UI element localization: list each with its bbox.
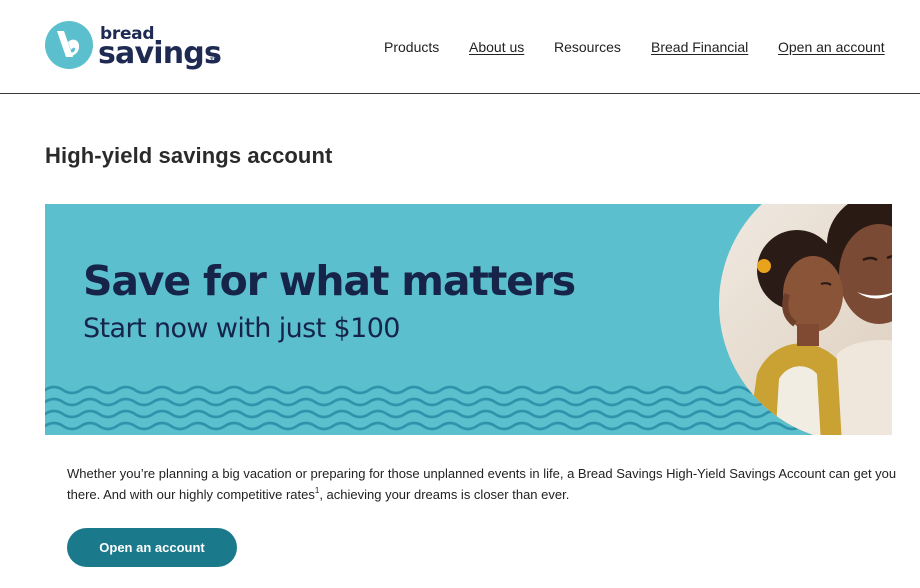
intro-text-part-2: , achieving your dreams is closer than e… [319, 486, 570, 502]
site-header: bread savings TM Products About us Resou… [0, 0, 920, 94]
main-nav: Products About us Resources Bread Financ… [0, 38, 920, 56]
hero-banner: Save for what matters Start now with jus… [45, 204, 892, 435]
intro-paragraph: Whether you’re planning a big vacation o… [67, 464, 897, 505]
nav-bread-financial[interactable]: Bread Financial [651, 38, 748, 56]
logo-trademark: TM [210, 58, 219, 64]
banner-subheadline: Start now with just $100 [83, 313, 400, 344]
hero-photo [719, 204, 892, 435]
nav-open-account[interactable]: Open an account [778, 38, 885, 56]
nav-about-us[interactable]: About us [469, 38, 524, 56]
open-account-button[interactable]: Open an account [67, 528, 237, 567]
nav-resources[interactable]: Resources [554, 38, 621, 56]
banner-headline: Save for what matters [83, 257, 576, 305]
nav-products[interactable]: Products [384, 38, 439, 56]
page-title: High-yield savings account [45, 143, 333, 168]
